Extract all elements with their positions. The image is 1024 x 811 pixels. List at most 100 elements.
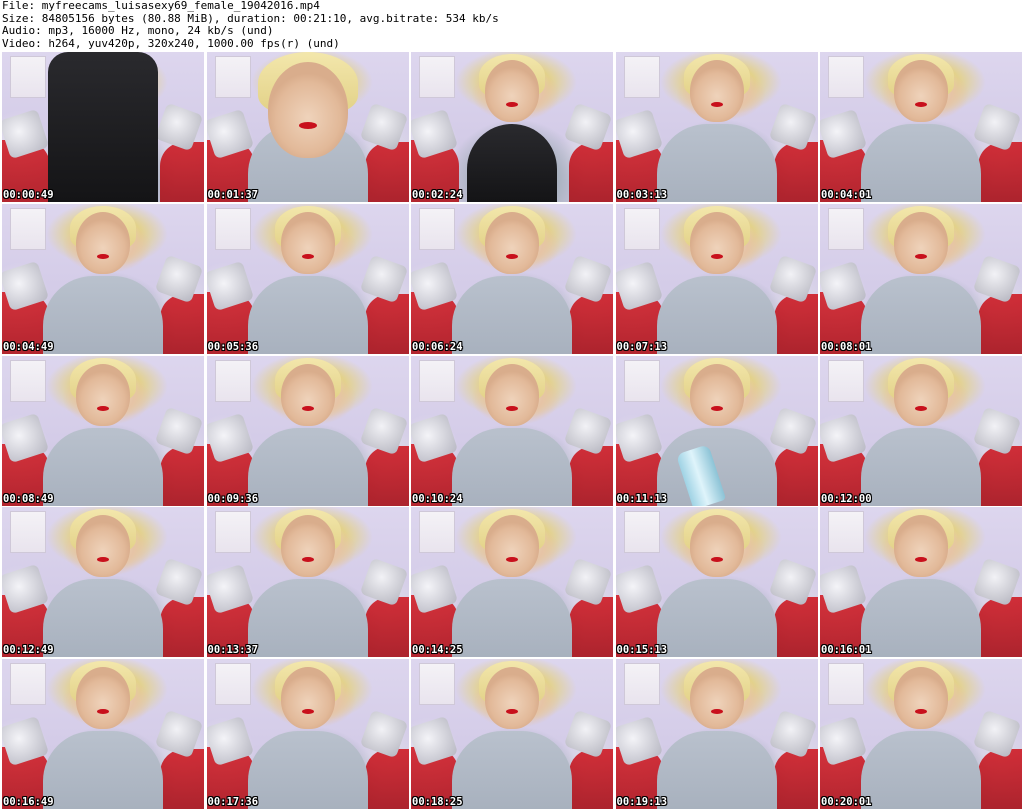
- wall-poster: [623, 663, 660, 706]
- sofa-right: [773, 445, 818, 506]
- thumbnail-timestamp: 00:20:01: [821, 796, 872, 809]
- person-face: [76, 363, 130, 426]
- video-thumbnail: 00:04:49: [2, 203, 204, 354]
- person-body: [43, 731, 163, 810]
- video-thumbnail: 00:08:01: [820, 203, 1022, 354]
- wall-poster: [623, 207, 660, 250]
- sofa-right: [773, 293, 818, 354]
- person-face: [267, 62, 348, 158]
- person-lips: [915, 405, 927, 411]
- person-lips: [915, 253, 927, 259]
- person-lips: [97, 405, 109, 411]
- video-thumbnail: 00:08:49: [2, 355, 204, 506]
- person-face: [76, 515, 130, 578]
- wall-poster: [419, 663, 455, 706]
- person-face: [894, 211, 948, 274]
- wall-poster: [214, 511, 251, 554]
- person-lips: [301, 405, 314, 411]
- audio-info-line: Audio: mp3, 16000 Hz, mono, 24 kb/s (und…: [2, 24, 274, 37]
- video-thumbnail: 00:12:00: [820, 355, 1022, 506]
- thumbnail-timestamp: 00:08:49: [3, 492, 54, 505]
- sofa-right: [160, 142, 204, 202]
- wall-poster: [10, 207, 46, 250]
- person-face: [280, 211, 335, 274]
- video-thumbnail: 00:19:13: [615, 659, 818, 810]
- video-thumbnail: 00:14:25: [411, 507, 613, 658]
- person-face: [76, 667, 130, 730]
- person-body: [656, 579, 777, 658]
- wall-poster: [828, 359, 864, 402]
- video-thumbnail: 00:09:36: [206, 355, 409, 506]
- sofa-right: [773, 749, 818, 810]
- video-thumbnail: 00:07:13: [615, 203, 818, 354]
- person-body: [452, 275, 572, 354]
- thumbnail-timestamp: 00:19:13: [616, 796, 668, 809]
- person-body: [43, 579, 163, 658]
- person-body: [861, 731, 981, 810]
- video-thumbnail: 00:16:49: [2, 659, 204, 810]
- video-thumbnail: 00:20:01: [820, 659, 1022, 810]
- wall-poster: [10, 359, 46, 402]
- thumbnail-timestamp: 00:07:13: [616, 340, 668, 353]
- sofa-right: [569, 293, 613, 354]
- person-lips: [506, 102, 518, 107]
- person-body: [43, 275, 163, 354]
- sofa-right: [978, 293, 1022, 354]
- video-thumbnail: 00:00:49: [2, 52, 204, 202]
- video-thumbnail: 00:01:37: [206, 52, 409, 202]
- person-body: [861, 124, 981, 202]
- person-face: [894, 667, 948, 730]
- thumbnail-timestamp: 00:05:36: [207, 340, 259, 353]
- person-lips: [710, 102, 723, 107]
- person-face: [689, 60, 744, 122]
- sofa-right: [773, 142, 818, 202]
- sofa-right: [364, 445, 409, 506]
- sofa-right: [569, 142, 613, 202]
- person-face: [689, 667, 744, 730]
- person-lips: [97, 253, 109, 259]
- thumbnail-timestamp: 00:02:24: [412, 189, 463, 201]
- person-lips: [298, 122, 317, 129]
- sofa-right: [569, 597, 613, 658]
- person-lips: [710, 405, 723, 411]
- wall-poster: [214, 663, 251, 706]
- thumbnail-timestamp: 00:17:36: [207, 796, 259, 809]
- thumbnail-timestamp: 00:03:13: [616, 189, 668, 201]
- wall-poster: [214, 56, 251, 98]
- thumbnail-timestamp: 00:08:01: [821, 340, 872, 353]
- thumbnail-timestamp: 00:15:13: [616, 644, 668, 657]
- contact-sheet: File: myfreecams_luisasexy69_female_1904…: [0, 0, 1024, 811]
- wall-poster: [828, 56, 864, 98]
- person-face: [485, 60, 539, 122]
- sofa-right: [773, 597, 818, 658]
- video-thumbnail: 00:02:24: [411, 52, 613, 202]
- thumbnail-timestamp: 00:13:37: [207, 644, 259, 657]
- wall-poster: [828, 207, 864, 250]
- video-thumbnail: 00:12:49: [2, 507, 204, 658]
- person-face: [894, 363, 948, 426]
- person-face: [76, 211, 130, 274]
- file-info-header: File: myfreecams_luisasexy69_female_1904…: [2, 0, 1022, 52]
- sofa-right: [364, 749, 409, 810]
- person-body: [48, 52, 158, 202]
- person-face: [280, 363, 335, 426]
- sofa-right: [569, 445, 613, 506]
- person-body: [247, 427, 368, 506]
- person-body: [861, 427, 981, 506]
- sofa-right: [978, 142, 1022, 202]
- wall-poster: [828, 511, 864, 554]
- sofa-right: [160, 445, 204, 506]
- person-body: [247, 579, 368, 658]
- person-body: [467, 124, 557, 202]
- person-face: [280, 515, 335, 578]
- person-face: [485, 515, 539, 578]
- person-face: [485, 363, 539, 426]
- person-body: [656, 124, 777, 202]
- video-thumbnail: 00:03:13: [615, 52, 818, 202]
- video-thumbnail: 00:04:01: [820, 52, 1022, 202]
- video-info-line: Video: h264, yuv420p, 320x240, 1000.00 f…: [2, 36, 340, 50]
- person-lips: [506, 405, 518, 411]
- video-thumbnail: 00:18:25: [411, 659, 613, 810]
- person-body: [656, 275, 777, 354]
- person-face: [280, 667, 335, 730]
